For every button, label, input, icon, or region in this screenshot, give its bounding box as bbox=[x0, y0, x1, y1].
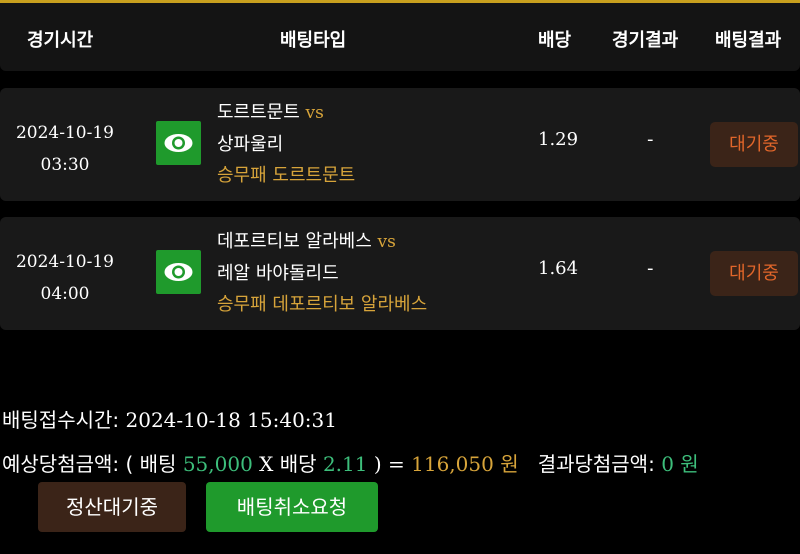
home-team: 데포르티보 알라베스 bbox=[217, 231, 372, 252]
vs-label: vs bbox=[305, 103, 324, 123]
game-time: 2024-10-19 04:00 bbox=[13, 246, 117, 310]
home-team: 도르트문트 bbox=[217, 102, 300, 123]
bet-pick: 승무패 데포르티보 알라베스 bbox=[217, 294, 428, 315]
header-game-result: 경기결과 bbox=[612, 30, 679, 51]
header-bet-result: 배팅결과 bbox=[715, 30, 782, 51]
odds-value: 1.29 bbox=[538, 129, 579, 150]
bet-pick: 승무패 도르트문트 bbox=[217, 165, 356, 186]
game-clock: 04:00 bbox=[40, 284, 90, 304]
bet-type-cell: 도르트문트 vs 상파울리 승무패 도르트문트 bbox=[217, 97, 355, 191]
bet-type-cell: 데포르티보 알라베스 vs 레알 바야돌리드 승무패 데포르티보 알라베스 bbox=[217, 226, 427, 320]
odds-label: 배당 bbox=[279, 452, 317, 476]
away-team: 상파울리 bbox=[217, 134, 284, 155]
won-unit: 원 bbox=[500, 452, 519, 476]
game-date: 2024-10-19 bbox=[15, 123, 114, 143]
bet-time-label: 배팅접수시간: bbox=[2, 408, 120, 432]
bet-row: 2024-10-19 04:00 데포르티보 알라베스 vs 레알 바야돌리드 … bbox=[0, 217, 800, 330]
bet-time-value: 2024-10-18 15:40:31 bbox=[125, 408, 338, 432]
result-won-unit: 원 bbox=[680, 452, 699, 476]
total-odds: 2.11 bbox=[322, 452, 368, 476]
bet-received-time: 배팅접수시간: 2024-10-18 15:40:31 bbox=[2, 404, 337, 433]
game-result: - bbox=[647, 258, 654, 279]
view-detail-button[interactable] bbox=[156, 250, 201, 294]
eye-icon bbox=[164, 263, 193, 281]
cancel-bet-request-button[interactable]: 배팅취소요청 bbox=[206, 482, 378, 532]
settlement-pending-button[interactable]: 정산대기중 bbox=[38, 482, 186, 532]
result-winnings-label: 결과당첨금액: bbox=[537, 452, 655, 476]
bet-row: 2024-10-19 03:30 도르트문트 vs 상파울리 승무패 도르트문트… bbox=[0, 88, 800, 201]
game-result: - bbox=[647, 129, 654, 150]
eye-icon bbox=[164, 134, 193, 152]
multiply-sign: X bbox=[259, 452, 274, 476]
header-game-time: 경기시간 bbox=[27, 30, 94, 51]
odds-value: 1.64 bbox=[538, 258, 579, 279]
table-header: 경기시간 배팅타입 배당 경기결과 배팅결과 bbox=[0, 3, 800, 71]
expected-winnings: 예상당첨금액: ( 배팅 55,000 X 배당 2.11 ) = 116,05… bbox=[2, 448, 699, 477]
vs-label: vs bbox=[377, 232, 396, 252]
expected-amount: 116,050 bbox=[411, 452, 494, 476]
result-amount: 0 bbox=[661, 452, 674, 476]
header-bet-type: 배팅타입 bbox=[280, 30, 347, 51]
expected-label: 예상당첨금액: ( 배팅 bbox=[2, 452, 177, 476]
game-time: 2024-10-19 03:30 bbox=[13, 117, 117, 181]
away-team: 레알 바야돌리드 bbox=[217, 263, 339, 284]
bet-amount: 55,000 bbox=[182, 452, 253, 476]
status-badge: 대기중 bbox=[710, 251, 798, 296]
status-badge: 대기중 bbox=[710, 122, 798, 167]
equals-sign: ) = bbox=[373, 452, 405, 476]
header-odds: 배당 bbox=[538, 30, 572, 51]
game-clock: 03:30 bbox=[40, 155, 90, 175]
view-detail-button[interactable] bbox=[156, 121, 201, 165]
game-date: 2024-10-19 bbox=[15, 252, 114, 272]
